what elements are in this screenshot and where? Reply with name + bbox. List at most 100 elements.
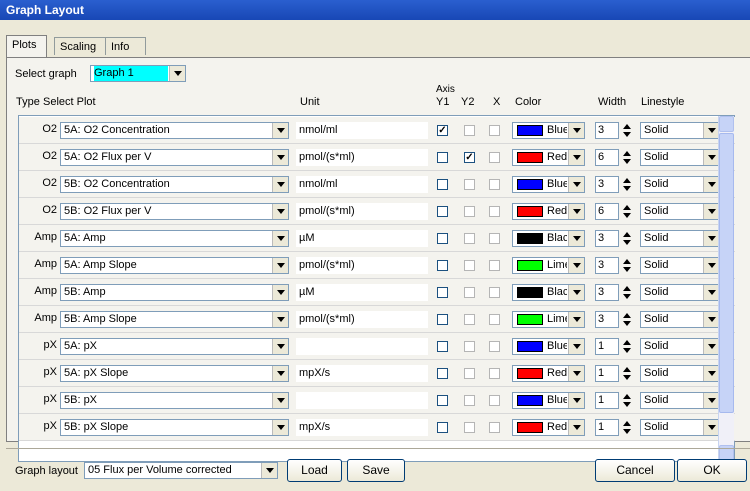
x-checkbox[interactable] <box>489 287 500 298</box>
y2-checkbox[interactable] <box>464 179 475 190</box>
y2-checkbox[interactable] <box>464 260 475 271</box>
chevron-down-icon[interactable] <box>272 258 288 273</box>
chevron-down-icon[interactable] <box>703 285 719 300</box>
width-stepper[interactable]: 3 <box>595 230 635 247</box>
y1-checkbox[interactable]: ✓ <box>437 125 448 136</box>
y2-checkbox[interactable] <box>464 422 475 433</box>
chevron-down-icon[interactable] <box>703 420 719 435</box>
width-stepper[interactable]: 3 <box>595 122 635 139</box>
chevron-down-icon[interactable] <box>272 204 288 219</box>
color-dropdown[interactable]: Black <box>512 230 585 247</box>
y2-checkbox[interactable] <box>464 125 475 136</box>
save-button[interactable]: Save <box>347 459 405 482</box>
color-dropdown[interactable]: Red <box>512 419 585 436</box>
linestyle-dropdown[interactable]: Solid <box>640 284 720 301</box>
select-plot-dropdown[interactable]: 5B: Amp Slope <box>60 311 289 328</box>
x-checkbox[interactable] <box>489 152 500 163</box>
linestyle-dropdown[interactable]: Solid <box>640 149 720 166</box>
width-stepper[interactable]: 1 <box>595 338 635 355</box>
tab-info[interactable]: Info <box>105 37 146 55</box>
y2-checkbox[interactable] <box>464 233 475 244</box>
select-plot-dropdown[interactable]: 5A: pX Slope <box>60 365 289 382</box>
chevron-down-icon[interactable] <box>272 177 288 192</box>
y1-checkbox[interactable] <box>437 422 448 433</box>
chevron-down-icon[interactable] <box>272 366 288 381</box>
chevron-down-icon[interactable] <box>703 366 719 381</box>
select-plot-dropdown[interactable]: 5B: O2 Concentration <box>60 176 289 193</box>
x-checkbox[interactable] <box>489 422 500 433</box>
chevron-down-icon[interactable] <box>568 393 584 408</box>
width-stepper[interactable]: 1 <box>595 365 635 382</box>
linestyle-dropdown[interactable]: Solid <box>640 419 720 436</box>
color-dropdown[interactable]: Lime <box>512 257 585 274</box>
chevron-down-icon[interactable] <box>568 366 584 381</box>
x-checkbox[interactable] <box>489 314 500 325</box>
scroll-thumb[interactable] <box>719 133 734 413</box>
y1-checkbox[interactable] <box>437 341 448 352</box>
y1-checkbox[interactable] <box>437 206 448 217</box>
select-graph-dropdown[interactable]: Graph 1 <box>90 65 186 82</box>
chevron-down-icon[interactable] <box>272 420 288 435</box>
color-dropdown[interactable]: Blue <box>512 176 585 193</box>
spin-arrows-icon[interactable] <box>621 231 633 246</box>
x-checkbox[interactable] <box>489 179 500 190</box>
width-stepper[interactable]: 1 <box>595 392 635 409</box>
linestyle-dropdown[interactable]: Solid <box>640 257 720 274</box>
chevron-down-icon[interactable] <box>568 123 584 138</box>
linestyle-dropdown[interactable]: Solid <box>640 311 720 328</box>
spin-arrows-icon[interactable] <box>621 177 633 192</box>
chevron-down-icon[interactable] <box>272 393 288 408</box>
y2-checkbox[interactable] <box>464 341 475 352</box>
select-plot-dropdown[interactable]: 5B: pX <box>60 392 289 409</box>
color-dropdown[interactable]: Black <box>512 284 585 301</box>
y1-checkbox[interactable] <box>437 314 448 325</box>
color-dropdown[interactable]: Red <box>512 149 585 166</box>
chevron-down-icon[interactable] <box>568 150 584 165</box>
linestyle-dropdown[interactable]: Solid <box>640 392 720 409</box>
chevron-down-icon[interactable] <box>703 339 719 354</box>
y1-checkbox[interactable] <box>437 233 448 244</box>
select-plot-dropdown[interactable]: 5A: O2 Concentration <box>60 122 289 139</box>
select-plot-dropdown[interactable]: 5A: pX <box>60 338 289 355</box>
chevron-down-icon[interactable] <box>272 123 288 138</box>
tab-plots[interactable]: Plots <box>6 35 47 57</box>
spin-arrows-icon[interactable] <box>621 258 633 273</box>
chevron-down-icon[interactable] <box>568 204 584 219</box>
y2-checkbox[interactable] <box>464 368 475 379</box>
spin-arrows-icon[interactable] <box>621 123 633 138</box>
spin-arrows-icon[interactable] <box>621 204 633 219</box>
select-plot-dropdown[interactable]: 5A: Amp <box>60 230 289 247</box>
chevron-down-icon[interactable] <box>568 285 584 300</box>
scroll-up-icon[interactable] <box>719 116 734 132</box>
chevron-down-icon[interactable] <box>568 339 584 354</box>
spin-arrows-icon[interactable] <box>621 312 633 327</box>
chevron-down-icon[interactable] <box>568 231 584 246</box>
x-checkbox[interactable] <box>489 206 500 217</box>
x-checkbox[interactable] <box>489 260 500 271</box>
cancel-button[interactable]: Cancel <box>595 459 675 482</box>
linestyle-dropdown[interactable]: Solid <box>640 338 720 355</box>
y2-checkbox[interactable] <box>464 314 475 325</box>
select-plot-dropdown[interactable]: 5A: O2 Flux per V <box>60 149 289 166</box>
select-plot-dropdown[interactable]: 5B: pX Slope <box>60 419 289 436</box>
linestyle-dropdown[interactable]: Solid <box>640 230 720 247</box>
color-dropdown[interactable]: Blue <box>512 122 585 139</box>
x-checkbox[interactable] <box>489 341 500 352</box>
chevron-down-icon[interactable] <box>703 177 719 192</box>
chevron-down-icon[interactable] <box>272 312 288 327</box>
y2-checkbox[interactable]: ✓ <box>464 152 475 163</box>
x-checkbox[interactable] <box>489 395 500 406</box>
y1-checkbox[interactable] <box>437 395 448 406</box>
color-dropdown[interactable]: Lime <box>512 311 585 328</box>
y2-checkbox[interactable] <box>464 287 475 298</box>
vertical-scrollbar[interactable] <box>718 116 734 461</box>
linestyle-dropdown[interactable]: Solid <box>640 203 720 220</box>
chevron-down-icon[interactable] <box>169 66 185 81</box>
width-stepper[interactable]: 3 <box>595 176 635 193</box>
spin-arrows-icon[interactable] <box>621 393 633 408</box>
chevron-down-icon[interactable] <box>272 231 288 246</box>
y1-checkbox[interactable] <box>437 152 448 163</box>
spin-arrows-icon[interactable] <box>621 339 633 354</box>
chevron-down-icon[interactable] <box>703 123 719 138</box>
chevron-down-icon[interactable] <box>703 258 719 273</box>
